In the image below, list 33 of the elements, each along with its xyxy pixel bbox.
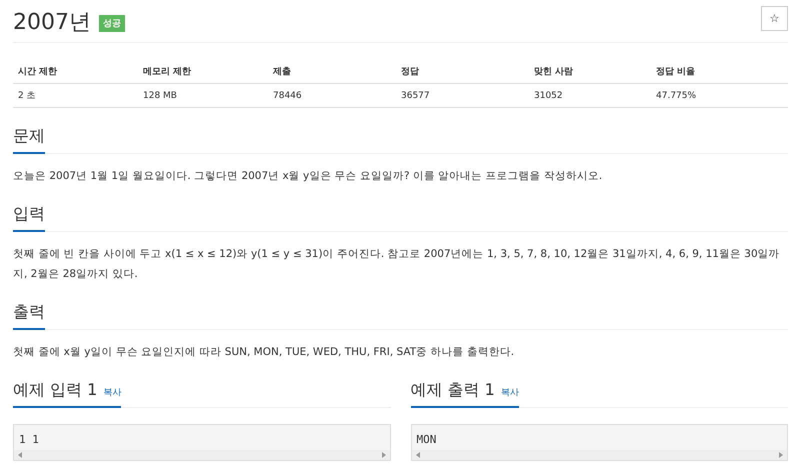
code-text: MON	[416, 432, 438, 448]
scroll-right-arrow-icon[interactable]	[778, 452, 783, 458]
table-cell: 2 초	[13, 84, 138, 108]
copy-link[interactable]: 복사	[103, 386, 122, 399]
table-cell: 36577	[396, 84, 529, 108]
horizontal-scrollbar[interactable]	[14, 450, 390, 460]
section-heading: 예제 입력 1	[13, 380, 98, 401]
section-heading: 출력	[13, 302, 45, 330]
section-text: 첫째 줄에 빈 칸을 사이에 두고 x(1 ≤ x ≤ 12)와 y(1 ≤ y ≤ 31)이 주어진다. 참고로 2007년에는 1, 3, 5, 7, 8, 10, 12월은 31일까지, 4, 6, 9, 11월은 30일까지, 2월은 28일까지 있다.	[13, 247, 781, 282]
scroll-left-arrow-icon[interactable]	[18, 452, 23, 458]
problem-title: 2007년	[13, 10, 91, 36]
table-cell: 78446	[268, 84, 396, 108]
table-cell: 31052	[529, 84, 651, 108]
column-header: 맞힌 사람	[529, 60, 651, 84]
copy-link[interactable]: 복사	[500, 386, 519, 399]
column-header: 정답 비율	[651, 60, 788, 84]
column-header: 시간 제한	[13, 60, 138, 84]
section-heading: 입력	[13, 204, 45, 232]
table-cell: 47.775%	[651, 84, 788, 108]
star-button[interactable]: ☆	[761, 6, 788, 31]
section-text: 오늘은 2007년 1월 1일 월요일이다. 그렇다면 2007년 x월 y일은 무슨 요일일까? 이를 알아내는 프로그램을 작성하시오.	[13, 169, 604, 184]
column-header: 메모리 제한	[138, 60, 268, 84]
section-heading: 문제	[13, 126, 45, 154]
code-text: 1 1	[18, 432, 40, 448]
section-text: 첫째 줄에 x월 y일이 무슨 요일인지에 따라 SUN, MON, TUE, WED, THU, FRI, SAT중 하나를 출력한다.	[13, 345, 516, 360]
scroll-right-arrow-icon[interactable]	[380, 452, 386, 458]
column-header: 정답	[396, 60, 529, 84]
horizontal-scrollbar[interactable]	[412, 450, 787, 460]
status-badge: 성공	[99, 14, 125, 32]
table-cell: 128 MB	[138, 84, 268, 108]
column-header: 제출	[268, 60, 396, 84]
scroll-left-arrow-icon[interactable]	[416, 452, 420, 458]
section-heading: 예제 출력 1	[410, 380, 495, 401]
